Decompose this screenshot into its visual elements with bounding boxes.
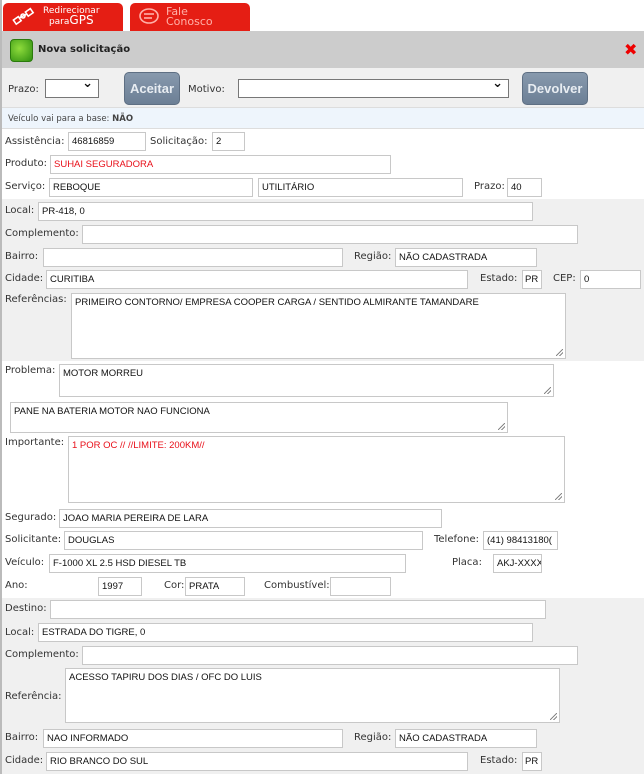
destino-referencia-label: Referência: — [5, 691, 62, 702]
local-label: Local: — [5, 205, 35, 216]
veiculo-label: Veículo: — [5, 557, 45, 568]
destino-local-label: Local: — [5, 627, 35, 638]
destino-local-field[interactable]: ESTRADA DO TIGRE, 0 — [38, 623, 533, 642]
solicitante-field[interactable]: DOUGLAS — [64, 531, 423, 550]
telefone-label: Telefone: — [434, 534, 479, 545]
destino-bairro-field[interactable]: NAO INFORMADO — [43, 729, 343, 748]
return-button[interactable]: Devolver — [522, 72, 588, 105]
destino-label: Destino: — [5, 603, 47, 614]
veiculo-field[interactable]: F-1000 XL 2.5 HSD DIESEL TB — [49, 554, 406, 573]
dialog-title: Nova solicitação — [38, 44, 131, 55]
base-label: Veículo vai para a base: — [8, 114, 110, 124]
base-value: NÃO — [112, 114, 134, 124]
regiao-label: Região: — [354, 251, 392, 262]
referencias-textarea[interactable]: PRIMEIRO CONTORNO/ EMPRESA COOPER CARGA … — [71, 293, 566, 359]
problema-label: Problema: — [5, 365, 56, 376]
local-field[interactable]: PR-418, 0 — [38, 202, 533, 221]
motivo-label: Motivo: — [188, 84, 225, 95]
prazo-field[interactable]: 40 — [507, 178, 542, 197]
destino-estado-field[interactable]: PR — [522, 752, 542, 771]
solicitacao-label: Solicitação: — [150, 136, 208, 147]
tab-gps-line2a: para — [48, 17, 70, 27]
assistencia-field[interactable]: 46816859 — [68, 132, 146, 151]
tab-gps-line2b: GPS — [69, 13, 94, 27]
produto-field[interactable]: SUHAI SEGURADORA — [50, 155, 391, 174]
cor-field[interactable]: PRATA — [185, 577, 245, 596]
estado-label: Estado: — [480, 273, 518, 284]
prazo-form-label: Prazo: — [474, 181, 505, 192]
accept-button[interactable]: Aceitar — [124, 72, 180, 105]
destino-regiao-field[interactable]: NÃO CADASTRADA — [395, 729, 537, 748]
referencias-label: Referências: — [5, 294, 67, 305]
close-icon[interactable]: ✖ — [624, 40, 637, 59]
destino-field[interactable] — [50, 600, 546, 619]
bairro-field[interactable] — [43, 248, 343, 267]
problema-textarea[interactable]: MOTOR MORREU — [59, 364, 554, 397]
importante-textarea[interactable]: 1 POR OC // //LIMITE: 200KM// — [68, 436, 565, 503]
satellite-icon — [12, 7, 35, 26]
cor-label: Cor: — [164, 580, 185, 591]
motivo-select[interactable] — [238, 76, 509, 98]
destino-estado-label: Estado: — [480, 755, 518, 766]
ano-label: Ano: — [5, 580, 28, 591]
chat-bubble-icon — [139, 8, 159, 24]
segurado-field[interactable]: JOAO MARIA PEREIRA DE LARA — [59, 509, 442, 528]
combustivel-field[interactable] — [330, 577, 391, 596]
cidade-label: Cidade: — [5, 273, 44, 284]
servico-tipo-field[interactable]: UTILITÁRIO — [258, 178, 463, 197]
combustivel-label: Combustível: — [264, 580, 330, 591]
cep-label: CEP: — [553, 273, 576, 284]
complemento-field[interactable] — [82, 225, 578, 244]
placa-field[interactable]: AKJ-XXXX — [493, 554, 542, 573]
servico-field[interactable]: REBOQUE — [49, 178, 253, 197]
servico-label: Serviço: — [5, 181, 46, 192]
produto-label: Produto: — [5, 158, 47, 169]
destino-cidade-label: Cidade: — [5, 755, 44, 766]
bairro-label: Bairro: — [5, 251, 39, 262]
segurado-label: Segurado: — [5, 512, 57, 523]
placa-label: Placa: — [452, 557, 482, 568]
destino-cidade-field[interactable]: RIO BRANCO DO SUL — [46, 752, 468, 771]
tab-redirect-gps[interactable]: Redirecionar paraGPS — [3, 3, 123, 31]
cidade-field[interactable]: CURITIBA — [46, 270, 468, 289]
globe-icon — [10, 39, 33, 62]
tab-contact-line2: Conosco — [166, 15, 213, 28]
tab-contact[interactable]: Fale Conosco — [130, 3, 250, 31]
destino-bairro-label: Bairro: — [5, 732, 39, 743]
destino-referencia-textarea[interactable]: ACESSO TAPIRU DOS DIAS / OFC DO LUIS — [65, 668, 560, 723]
destino-regiao-label: Região: — [354, 732, 392, 743]
solicitacao-field[interactable]: 2 — [212, 132, 245, 151]
complemento-label: Complemento: — [5, 228, 79, 239]
prazo-label: Prazo: — [8, 84, 39, 95]
estado-field[interactable]: PR — [522, 270, 542, 289]
regiao-field[interactable]: NÃO CADASTRADA — [395, 248, 537, 267]
ano-field[interactable]: 1997 — [98, 577, 142, 596]
importante-label: Importante: — [5, 437, 65, 448]
problema-detalhe-textarea[interactable]: PANE NA BATERIA MOTOR NAO FUNCIONA — [10, 402, 508, 433]
assistencia-label: Assistência: — [5, 136, 65, 147]
destino-complemento-field[interactable] — [82, 646, 578, 665]
telefone-field[interactable]: (41) 98413180( — [483, 531, 558, 550]
destino-complemento-label: Complemento: — [5, 649, 79, 660]
cep-field[interactable]: 0 — [580, 270, 641, 289]
solicitante-label: Solicitante: — [5, 534, 62, 545]
prazo-select[interactable] — [45, 76, 99, 98]
